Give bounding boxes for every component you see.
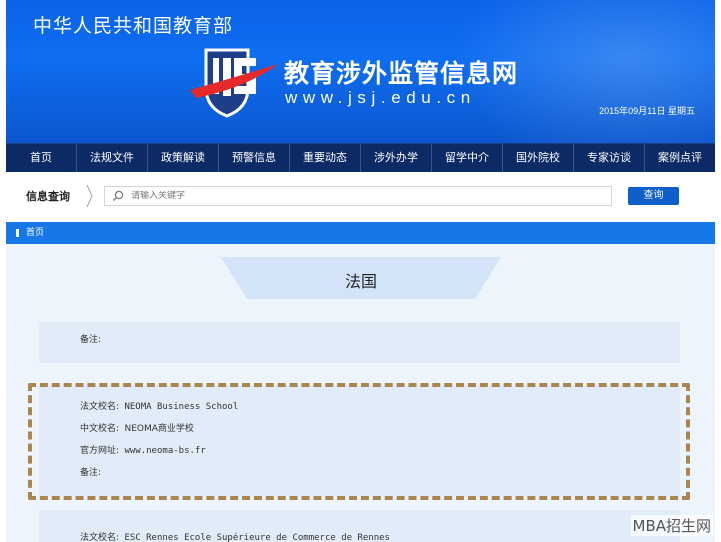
main-nav: 首页 法规文件 政策解读 预警信息 重要动态 涉外办学 留学中介 国外院校 专家… [6, 143, 715, 172]
breadcrumb-marker-icon [16, 229, 19, 237]
nav-item-overseas-institutions[interactable]: 国外院校 [503, 144, 574, 172]
current-date: 2015年09月11日 星期五 [599, 106, 695, 116]
site-name: 教育涉外监管信息网 [284, 59, 519, 88]
ministry-name: 中华人民共和国教育部 [33, 15, 234, 37]
site-logo-icon[interactable] [186, 44, 282, 120]
country-title: 法国 [344, 272, 377, 291]
nav-item-policy[interactable]: 政策解读 [148, 144, 219, 172]
breadcrumb: 首页 [6, 222, 715, 244]
nav-item-home[interactable]: 首页 [6, 144, 77, 172]
nav-item-interviews[interactable]: 专家访谈 [574, 144, 645, 172]
search-bar: 信息查询 查询 [6, 176, 715, 216]
nav-item-agencies[interactable]: 留学中介 [432, 144, 503, 172]
search-box[interactable] [104, 186, 612, 206]
nav-item-foreign-schools[interactable]: 涉外办学 [361, 144, 432, 172]
nav-item-news[interactable]: 重要动态 [290, 144, 361, 172]
school-card: 法文校名: ESC Rennes Ecole Supérieure de Com… [39, 510, 680, 542]
site-url: www.jsj.edu.cn [285, 88, 476, 107]
search-input[interactable] [131, 191, 611, 201]
french-name-value: ESC Rennes Ecole Supérieure de Commerce … [124, 533, 390, 542]
french-name-field: 法文校名: ESC Rennes Ecole Supérieure de Com… [80, 530, 390, 542]
school-card: 备注: [39, 322, 680, 363]
search-label: 信息查询 [26, 190, 70, 203]
field-label: 法文校名: [80, 533, 120, 542]
watermark: MBA招生网 [630, 515, 713, 536]
nav-item-cases[interactable]: 案例点评 [645, 144, 715, 172]
chevron-divider-icon [86, 184, 93, 208]
search-icon [113, 190, 124, 201]
nav-item-regulations[interactable]: 法规文件 [77, 144, 148, 172]
note-field: 备注: [80, 335, 102, 345]
search-button[interactable]: 查询 [628, 187, 679, 205]
breadcrumb-home[interactable]: 首页 [26, 228, 44, 238]
header-banner: 中华人民共和国教育部 教育涉外监管信息网 www.jsj.edu.cn 2015… [6, 0, 715, 143]
nav-item-warnings[interactable]: 预警信息 [219, 144, 290, 172]
highlight-frame [28, 383, 690, 500]
